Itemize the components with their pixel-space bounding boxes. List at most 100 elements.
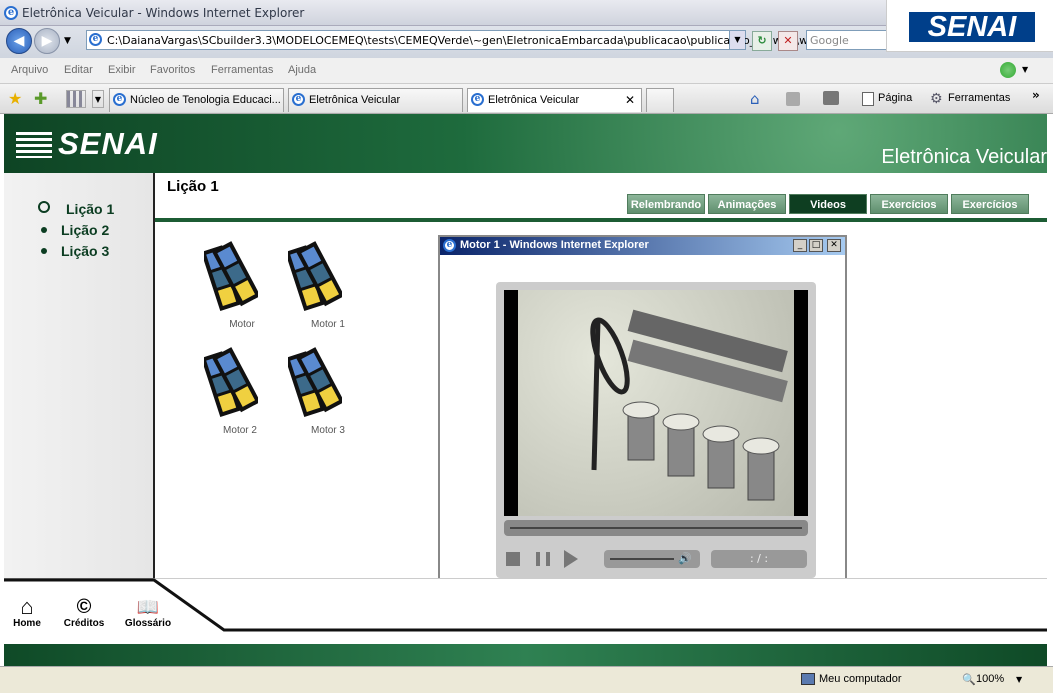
window-title: Eletrônica Veicular - Windows Internet E… [22,6,305,20]
home-nav-button[interactable]: ⌂ Home [12,594,42,630]
video-item-motor[interactable]: Motor [201,240,282,330]
video-label: Motor [229,319,255,330]
bottom-nav-area: ⌂ Home © Créditos 📖 Glossário [4,578,1047,644]
tab-exercicios-1[interactable]: Exercícios [870,194,948,214]
tabs-bar: ★ ✚ ▼ e Núcleo de Tenologia Educaci... e… [0,84,1053,114]
home-icon[interactable]: ⌂ [750,90,760,108]
film-icon [285,241,345,312]
video-frame[interactable] [504,290,808,516]
tab-animacoes[interactable]: Animações [708,194,786,214]
stop-icon[interactable]: ✕ [778,31,798,51]
tab-label: Eletrônica Veicular [488,94,580,106]
search-input[interactable]: Google [806,30,896,50]
ie-icon: e [4,6,18,20]
gear-icon[interactable]: ⚙ [930,91,943,107]
search-placeholder: Google [810,34,849,47]
pause-button[interactable] [536,552,550,566]
close-tab-icon[interactable]: ✕ [625,93,635,107]
creditos-label: Créditos [63,618,105,629]
video-label: Motor 3 [311,425,345,436]
tab-page-icon: e [471,93,484,106]
print-icon[interactable] [823,91,839,105]
creditos-nav-button[interactable]: © Créditos [62,596,106,629]
new-tab-button[interactable] [646,88,674,112]
back-button[interactable]: ◀ [6,28,32,54]
address-dropdown-icon[interactable]: ▼ [729,31,745,49]
menu-ferramentas[interactable]: Ferramentas [211,64,273,76]
stop-button[interactable] [506,552,520,566]
video-label: Motor 1 [311,319,345,330]
address-input[interactable]: e C:\DaianaVargas\SCbuilder3.3\MODELOCEM… [86,30,815,50]
close-icon[interactable]: ✕ [827,239,841,252]
video-item-motor-2[interactable]: Motor 2 [201,346,280,436]
page-icon[interactable] [862,92,874,106]
tab-videos[interactable]: Videos [789,194,867,214]
add-favorite-icon[interactable]: ✚ [34,89,47,108]
film-icon [201,241,261,312]
video-player: 🔊 : / : [496,282,816,578]
zoom-dropdown-icon[interactable]: ▼ [1016,675,1022,684]
feeds-icon[interactable] [786,92,800,106]
page-icon: e [89,33,102,46]
video-item-motor-3[interactable]: Motor 3 [285,346,368,436]
menu-bar: Arquivo Editar Exibir Favoritos Ferramen… [0,58,1053,84]
translate-icon[interactable] [1000,62,1016,78]
minimize-icon[interactable]: _ [793,239,807,252]
glossario-label: Glossário [124,618,172,629]
zoom-level[interactable]: 100% [976,673,1004,685]
popup-title: Motor 1 - Windows Internet Explorer [460,239,649,251]
lesson-2-link[interactable]: Lição 2 [61,222,109,238]
menu-editar[interactable]: Editar [64,64,93,76]
copyright-icon: © [76,596,92,618]
menu-exibir[interactable]: Exibir [108,64,136,76]
footer-band [4,644,1047,666]
senai-logo: SENAI [58,126,158,161]
tab-list-dropdown-icon[interactable]: ▼ [92,90,104,108]
selected-ring-icon [38,201,50,213]
lesson-3-link[interactable]: Lição 3 [61,243,109,259]
tab-label: Núcleo de Tenologia Educaci... [130,94,281,106]
engine-video-image [518,290,794,516]
menu-favoritos[interactable]: Favoritos [150,64,195,76]
zone-label: Meu computador [819,673,902,685]
tab-exercicios-2[interactable]: Exercícios [951,194,1029,214]
tab-relembrando[interactable]: Relembrando [627,194,705,214]
menu-ajuda[interactable]: Ajuda [288,64,316,76]
tools-menu[interactable]: Ferramentas [948,92,1010,104]
video-label: Motor 2 [223,425,257,436]
tab-eletronica-1[interactable]: e Eletrônica Veicular [288,88,463,112]
home-icon: ⌂ [20,594,34,619]
book-icon: 📖 [136,597,160,617]
video-popup-window: e Motor 1 - Windows Internet Explorer _ … [438,235,847,611]
course-banner: SENAI Eletrônica Veicular [4,114,1047,173]
history-dropdown-icon[interactable]: ▼ [64,36,71,46]
menu-arquivo[interactable]: Arquivo [11,64,48,76]
volume-slider[interactable]: 🔊 [604,550,700,568]
translate-dropdown-icon[interactable]: ▼ [1022,65,1028,74]
maximize-icon[interactable]: □ [809,239,823,252]
bullet-icon [41,248,47,254]
play-button[interactable] [564,550,578,568]
film-icon [201,347,261,418]
forward-button[interactable]: ▶ [34,28,60,54]
more-chevron-icon[interactable]: » [1032,88,1040,102]
tab-eletronica-2[interactable]: e Eletrônica Veicular ✕ [467,88,642,112]
lesson-1-link[interactable]: Lição 1 [66,201,114,217]
course-title: Eletrônica Veicular [881,146,1047,168]
senai-logo-text: SENAI [909,12,1035,42]
tab-nucleo[interactable]: e Núcleo de Tenologia Educaci... [109,88,284,112]
header-divider [155,218,1047,222]
quick-tabs-icon[interactable] [66,90,86,108]
favorites-star-icon[interactable]: ★ [8,89,22,108]
home-label: Home [13,618,41,629]
page-menu[interactable]: Página [878,92,912,104]
senai-stripes-icon [16,132,52,158]
refresh-icon[interactable]: ↻ [752,31,772,51]
lesson-sidebar: Lição 1 Lição 2 Lição 3 [4,173,155,580]
glossario-nav-button[interactable]: 📖 Glossário [124,596,172,629]
seek-bar[interactable] [504,520,808,536]
video-item-motor-1[interactable]: Motor 1 [285,240,368,330]
ie-icon: e [443,239,456,252]
time-display: : / : [711,550,807,568]
zoom-icon: 🔍 [962,673,976,686]
